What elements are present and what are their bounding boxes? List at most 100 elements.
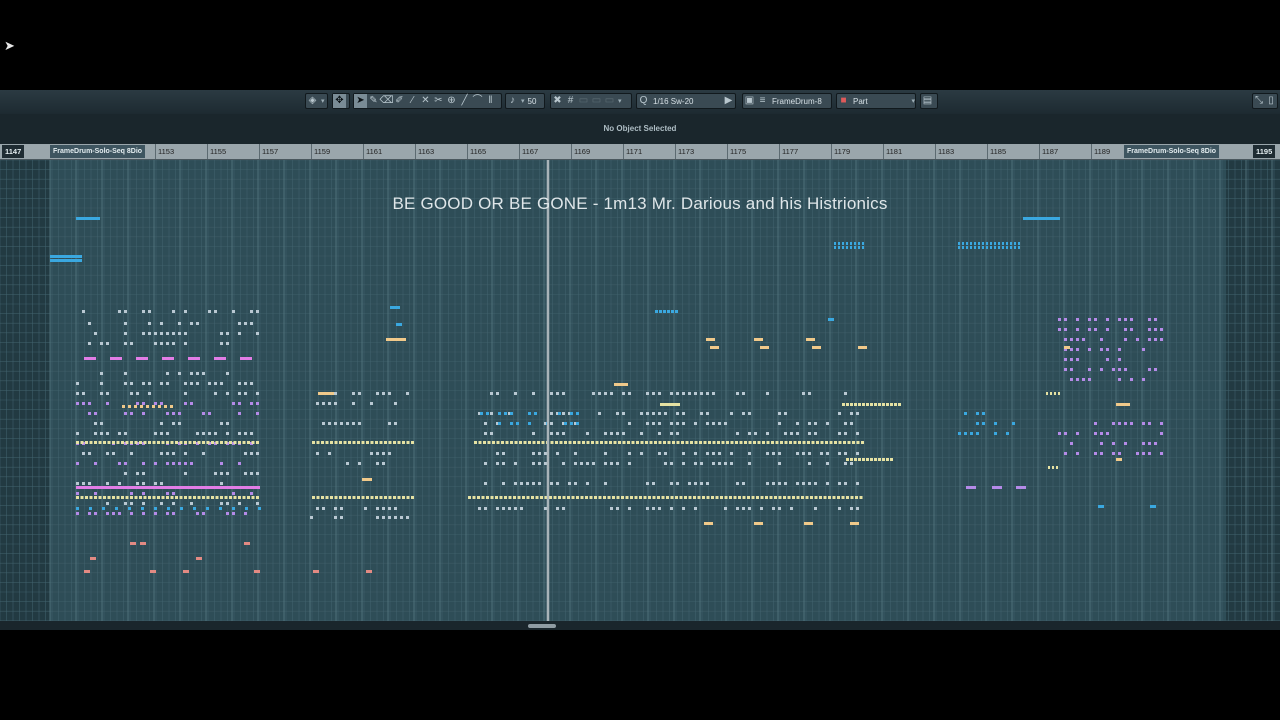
midi-note	[166, 512, 169, 515]
midi-note	[604, 441, 608, 444]
trim-tool-icon[interactable]: ⁄	[406, 94, 419, 108]
curve-tool-icon[interactable]: ⌒	[471, 94, 484, 108]
delete-tool-icon[interactable]: ✕	[419, 94, 432, 108]
midi-note	[406, 516, 409, 519]
quantize-icon[interactable]: Q	[637, 94, 650, 108]
midi-note	[312, 441, 315, 444]
line-tool-icon[interactable]: ╱	[458, 94, 471, 108]
chevron-down-icon[interactable]: ▾	[911, 97, 915, 105]
midi-note	[760, 507, 763, 510]
midi-note	[106, 342, 109, 345]
midi-note	[98, 486, 100, 489]
quantize-selector[interactable]: Q 1/16 Sw-20 ▶	[636, 93, 736, 109]
midi-note	[152, 496, 156, 499]
track-selector[interactable]: ▣ ≡ FrameDrum-8	[742, 93, 832, 109]
midi-note	[310, 516, 313, 519]
midi-note	[1118, 422, 1121, 425]
midi-note	[118, 482, 121, 485]
midi-note	[474, 441, 477, 444]
midi-note	[172, 452, 175, 455]
midi-note	[339, 441, 342, 444]
toolbar-group-solo[interactable]: ◈ ▾	[305, 93, 328, 109]
midi-note	[526, 482, 529, 485]
midi-note	[1058, 392, 1060, 395]
midi-note	[166, 332, 169, 335]
midi-note	[220, 496, 223, 499]
snap-mode-icon[interactable]: ▭	[590, 94, 603, 108]
solo-editor-icon[interactable]: ◈	[306, 94, 319, 108]
midi-note	[1150, 505, 1156, 508]
eraser-tool-icon[interactable]: ⌫	[379, 94, 393, 108]
toolbar-group-window[interactable]: ⤡ ▯	[1252, 93, 1278, 109]
midi-note	[610, 432, 613, 435]
midi-note	[250, 486, 252, 489]
midi-note	[603, 496, 606, 499]
chevron-down-icon[interactable]: ▾	[321, 97, 325, 105]
midi-note	[160, 402, 163, 405]
midi-note	[510, 441, 513, 444]
grid-type-icon[interactable]: ▭	[577, 94, 590, 108]
midi-note	[226, 512, 229, 515]
midi-note	[340, 507, 343, 510]
part-selector[interactable]: ■ Part ▾	[836, 93, 916, 109]
zoom-tool-icon[interactable]: ⊕	[445, 94, 458, 108]
midi-note	[196, 322, 199, 325]
window-icon[interactable]: ▣	[743, 94, 756, 108]
midi-note	[757, 441, 761, 444]
snap-icon[interactable]: ✖	[551, 94, 564, 108]
options-icon[interactable]: ▤	[921, 94, 934, 108]
midi-note	[834, 242, 836, 245]
midi-note	[532, 482, 535, 485]
midi-note	[370, 441, 374, 444]
scroll-thumb[interactable]	[528, 624, 556, 628]
midi-note	[729, 496, 732, 499]
mute-tool-icon[interactable]: ‖	[484, 94, 497, 108]
midi-note	[838, 482, 841, 485]
list-icon[interactable]: ≡	[756, 94, 769, 108]
grid-icon[interactable]: #	[564, 94, 577, 108]
midi-note	[783, 496, 786, 499]
midi-note	[1076, 328, 1079, 331]
resize-icon[interactable]: ⤡	[1253, 94, 1265, 108]
midi-note	[784, 432, 787, 435]
ruler[interactable]: 1147 FrameDrum-Solo-Seq 8Dio 1153 1155 115…	[0, 144, 1280, 160]
midi-note	[361, 496, 365, 499]
midi-note	[850, 242, 852, 245]
horizontal-scrollbar[interactable]	[0, 621, 1280, 630]
midi-note	[724, 462, 727, 465]
pencil-tool-icon[interactable]: ✎	[367, 94, 380, 108]
midi-note	[193, 441, 196, 444]
midi-note	[724, 496, 728, 499]
draw-tool-icon[interactable]: ✐	[393, 94, 406, 108]
midi-note	[184, 452, 187, 455]
toolbar-group-autoscroll[interactable]: ✥	[332, 93, 350, 109]
midi-note	[388, 496, 392, 499]
autoscroll-icon[interactable]: ✥	[333, 94, 346, 108]
arrow-tool-icon[interactable]: ➤	[354, 94, 367, 108]
ruler-bar-label: 1183	[938, 147, 955, 156]
midi-note	[1142, 442, 1145, 445]
layout-icon[interactable]: ▯	[1265, 94, 1277, 108]
midi-note	[382, 516, 385, 519]
snap-type-icon[interactable]: ▭	[603, 94, 616, 108]
midi-note	[328, 402, 331, 405]
note-editor[interactable]: BE GOOD OR BE GONE - 1m13 Mr. Darious an…	[0, 160, 1280, 621]
midi-note	[220, 342, 223, 345]
midi-note	[499, 496, 503, 499]
speaker-icon[interactable]: ♪	[506, 94, 519, 108]
midi-note	[640, 432, 643, 435]
midi-note	[85, 441, 88, 444]
midi-note	[627, 441, 630, 444]
midi-note	[694, 462, 697, 465]
toolbar-group-options[interactable]: ▤	[920, 93, 938, 109]
chevron-down-icon[interactable]: ▾	[618, 97, 622, 105]
midi-note	[358, 392, 361, 395]
toolbar-group-zoom[interactable]: ♪ ▾ 50	[505, 93, 545, 109]
midi-note	[200, 486, 202, 489]
play-icon[interactable]: ▶	[722, 94, 735, 108]
midi-note	[790, 507, 793, 510]
midi-note	[974, 242, 976, 245]
midi-note	[502, 452, 505, 455]
scissors-tool-icon[interactable]: ✂	[432, 94, 445, 108]
ruler-tick	[727, 144, 728, 159]
